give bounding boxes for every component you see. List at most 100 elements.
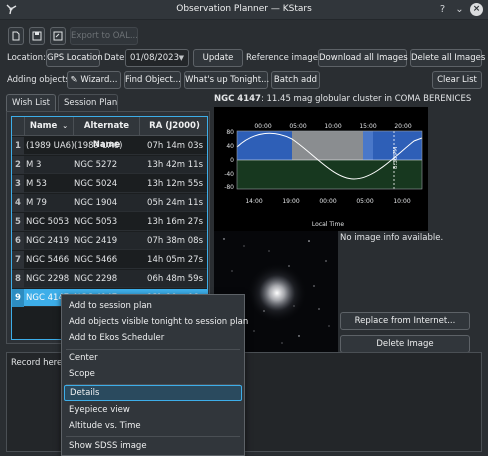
context-menu: Add to session plan Add objects visible … — [61, 294, 248, 456]
row-number: 4 — [12, 194, 24, 212]
tab-session-plan[interactable]: Session Plan — [58, 94, 118, 111]
date-value: 01/08/2023 — [130, 53, 179, 63]
export-oal-button[interactable]: Export to OAL... — [70, 27, 138, 45]
batch-add-button[interactable]: Batch add — [271, 71, 320, 89]
table-row[interactable]: 7 NGC 5466 NGC 5466 14h 05m 27s — [12, 251, 207, 269]
y-tick: 80 — [226, 129, 234, 136]
tab-wish-list[interactable]: Wish List — [6, 94, 56, 111]
y-tick: 0 — [230, 157, 234, 164]
menu-item-details[interactable]: Details — [64, 385, 242, 401]
row-number: 7 — [12, 251, 24, 269]
table-row[interactable]: 6 NGC 2419 NGC 2419 07h 38m 08s — [12, 232, 207, 250]
top-tick: 15:00 — [359, 123, 376, 130]
delete-image-button[interactable]: Delete Image — [340, 335, 470, 353]
open-file-icon — [12, 31, 20, 41]
object-description: : 11.45 mag globular cluster in COMA BER… — [260, 94, 472, 104]
cell-alternate-name: NGC 2419 — [74, 236, 118, 246]
download-all-images-button[interactable]: Download all Images — [318, 49, 408, 67]
gps-location-button[interactable]: GPS Location — [46, 49, 103, 67]
bottom-tick: 00:00 — [319, 198, 336, 205]
row-number: 6 — [12, 232, 24, 250]
object-name: NGC 4147 — [214, 94, 261, 104]
cell-ra: 07h 14m 03s — [147, 141, 203, 151]
cell-alternate-name: (1989 UA6) — [74, 141, 123, 151]
row-number: 1 — [12, 137, 24, 155]
save-button[interactable] — [29, 27, 45, 45]
bottom-tick: 19:00 — [282, 198, 299, 205]
help-icon[interactable]: ? — [436, 3, 449, 16]
cell-alternate-name: NGC 2298 — [74, 274, 118, 284]
y-tick: -40 — [224, 171, 234, 178]
table-row[interactable]: 4M 79 NGC 1904 05h 24m 11s — [12, 194, 207, 212]
top-tick: 10:00 — [324, 123, 341, 130]
bottom-tick: 05:00 — [356, 198, 373, 205]
wizard-button[interactable]: ✎ Wizard... — [67, 71, 121, 89]
top-tick: 20:00 — [394, 123, 411, 130]
cell-ra: 06h 48m 59s — [147, 274, 203, 284]
date-picker[interactable]: 01/08/2023 ▼ — [125, 49, 189, 67]
altitude-chart: 8:36 PM 00:00 05:00 10:00 15:00 20:00 80… — [214, 107, 428, 231]
whats-up-tonight-button[interactable]: What's up Tonight... — [184, 71, 269, 89]
replace-from-internet-button[interactable]: Replace from Internet... — [340, 312, 470, 330]
menu-item-scope[interactable]: Scope — [64, 366, 242, 382]
sort-indicator-icon: ⌄ — [62, 122, 69, 130]
table-row[interactable]: 2M 3 NGC 5272 13h 42m 11s — [12, 156, 207, 174]
menu-item-altitude-vs-time[interactable]: Altitude vs. Time — [64, 418, 242, 434]
chevron-down-icon: ▼ — [178, 54, 184, 62]
image-info-text: No image info available. — [340, 233, 444, 243]
x-axis-label: Local Time — [312, 221, 344, 228]
cell-name: NGC 5053 — [26, 217, 70, 227]
clear-list-button[interactable]: Clear List — [432, 71, 482, 89]
menu-item-show-sdss-image[interactable]: Show SDSS image — [64, 438, 242, 454]
update-button[interactable]: Update — [193, 49, 243, 67]
delete-all-images-button[interactable]: Delete all Images — [410, 49, 485, 67]
header-corner — [12, 117, 25, 136]
wand-icon: ✎ — [70, 75, 78, 85]
column-header-name[interactable]: Name ⌄ — [25, 117, 74, 136]
object-summary: NGC 4147: 11.45 mag globular cluster in … — [214, 94, 471, 104]
cell-name: M 3 — [26, 160, 42, 170]
row-number: 8 — [12, 270, 24, 288]
wizard-label: Wizard... — [80, 75, 118, 85]
cell-name: NGC 2298 — [26, 274, 70, 284]
cell-ra: 14h 05m 27s — [147, 255, 203, 265]
open-file-button[interactable] — [8, 27, 24, 45]
save-as-button[interactable] — [50, 27, 66, 45]
cell-alternate-name: NGC 1904 — [74, 198, 118, 208]
date-label: Date: — [104, 53, 128, 63]
minimize-icon[interactable]: ⌄ — [453, 3, 466, 16]
bottom-tick: 10:00 — [393, 198, 410, 205]
top-tick: 00:00 — [254, 123, 271, 130]
row-number: 3 — [12, 175, 24, 193]
row-number: 5 — [12, 213, 24, 231]
menu-item-add-to-session-plan[interactable]: Add to session plan — [64, 298, 242, 314]
menu-separator — [66, 436, 240, 437]
location-label: Location: — [7, 53, 46, 63]
save-icon — [32, 31, 42, 41]
cell-ra: 13h 12m 55s — [147, 179, 203, 189]
adding-objects-label: Adding objects: — [7, 75, 73, 85]
table-row[interactable]: 8 NGC 2298 NGC 2298 06h 48m 59s — [12, 270, 207, 288]
cell-name: (1989 UA6) — [26, 141, 74, 151]
title-bar: Observation Planner — KStars ? ⌄ × — [0, 0, 488, 20]
menu-item-add-to-ekos-scheduler[interactable]: Add to Ekos Scheduler — [64, 330, 242, 346]
menu-item-center[interactable]: Center — [64, 350, 242, 366]
cell-alternate-name: NGC 5024 — [74, 179, 118, 189]
table-row[interactable]: 5 NGC 5053 NGC 5053 13h 16m 27s — [12, 213, 207, 231]
menu-item-add-visible-tonight[interactable]: Add objects visible tonight to session p… — [64, 314, 248, 330]
table-row[interactable]: 3M 53 NGC 5024 13h 12m 55s — [12, 175, 207, 193]
column-header-alternate-name[interactable]: Alternate Name — [74, 117, 140, 150]
current-time-label: 8:36 PM — [393, 147, 399, 169]
table-row[interactable]: 1 (1989 UA6) (1989 UA6) 07h 14m 03s — [12, 137, 207, 155]
column-header-ra[interactable]: RA (J2000) — [140, 117, 207, 136]
cell-alternate-name: NGC 5272 — [74, 160, 118, 170]
cell-ra: 13h 16m 27s — [147, 217, 203, 227]
cell-name: M 53 — [26, 179, 47, 189]
night-band — [292, 131, 363, 160]
find-object-button[interactable]: Find Object... — [124, 71, 181, 89]
menu-item-eyepiece-view[interactable]: Eyepiece view — [64, 402, 242, 418]
cell-alternate-name: NGC 5466 — [74, 255, 118, 265]
row-number: 2 — [12, 156, 24, 174]
window-title: Observation Planner — KStars — [176, 4, 312, 14]
close-icon[interactable]: × — [470, 3, 483, 16]
